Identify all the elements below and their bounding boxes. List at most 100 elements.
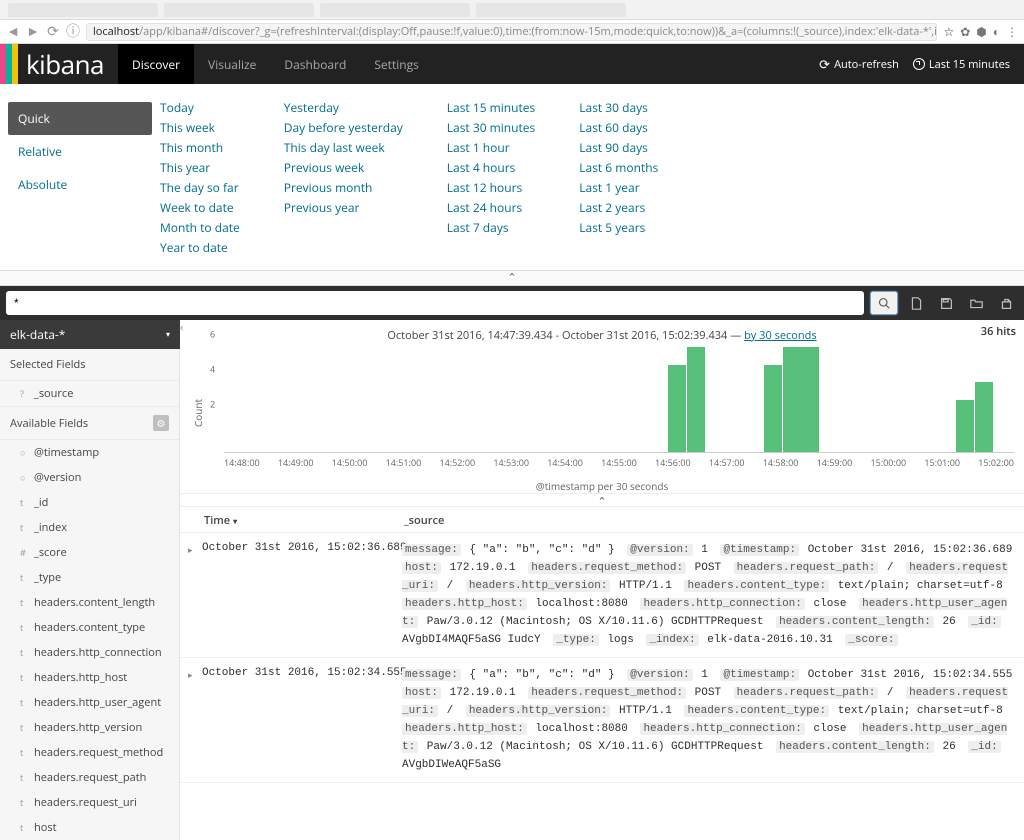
browser-tab[interactable]: [8, 3, 158, 17]
nav-dashboard[interactable]: Dashboard: [270, 44, 360, 84]
histogram-bar[interactable]: [764, 365, 782, 453]
ext-icon[interactable]: ✿: [960, 23, 970, 40]
bookmark-star-icon[interactable]: ☆: [943, 23, 954, 40]
quick-range-link[interactable]: The day so far: [160, 180, 240, 196]
quick-range-link[interactable]: Last 24 hours: [447, 200, 535, 216]
quick-range-link[interactable]: Last 6 months: [579, 160, 658, 176]
nav-visualize[interactable]: Visualize: [194, 44, 270, 84]
search-field[interactable]: [6, 291, 864, 315]
available-field-item[interactable]: theaders.http_connection: [0, 640, 179, 665]
available-field-item[interactable]: thost: [0, 815, 179, 840]
column-time[interactable]: Time: [204, 513, 230, 528]
back-icon[interactable]: ◄: [6, 25, 20, 39]
histogram-bar[interactable]: [687, 347, 705, 452]
collapse-histogram[interactable]: ⌃: [180, 493, 1024, 507]
selected-field-item[interactable]: ?_source: [0, 381, 179, 406]
quick-range-link[interactable]: Previous month: [284, 180, 403, 196]
save-search-button[interactable]: [934, 291, 958, 315]
quick-range-link[interactable]: Yesterday: [284, 100, 403, 116]
quick-range-link[interactable]: Last 5 years: [579, 220, 658, 236]
histogram-bar[interactable]: [801, 347, 819, 452]
histogram-bar[interactable]: [956, 400, 974, 453]
ext-icon[interactable]: ◐: [993, 23, 1000, 40]
available-field-item[interactable]: theaders.http_version: [0, 715, 179, 740]
nav-discover[interactable]: Discover: [118, 44, 194, 84]
field-type-icon: t: [20, 621, 30, 634]
quick-range-link[interactable]: This month: [160, 140, 240, 156]
auto-refresh-button[interactable]: Auto-refresh: [819, 55, 899, 73]
available-field-item[interactable]: #_score: [0, 540, 179, 565]
quick-range-link[interactable]: Last 4 hours: [447, 160, 535, 176]
quick-range-link[interactable]: Last 12 hours: [447, 180, 535, 196]
quick-range-link[interactable]: Day before yesterday: [284, 120, 403, 136]
available-field-item[interactable]: t_index: [0, 515, 179, 540]
quick-range-link[interactable]: This year: [160, 160, 240, 176]
quick-range-link[interactable]: Last 60 days: [579, 120, 658, 136]
tab-quick[interactable]: Quick: [8, 102, 152, 135]
quick-range-link[interactable]: Last 2 years: [579, 200, 658, 216]
address-input[interactable]: localhost/app/kibana#/discover?_g=(refre…: [86, 23, 937, 41]
quick-range-link[interactable]: Previous year: [284, 200, 403, 216]
tab-relative[interactable]: Relative: [8, 135, 152, 168]
quick-range-link[interactable]: Week to date: [160, 200, 240, 216]
quick-range-link[interactable]: Year to date: [160, 240, 240, 256]
search-button[interactable]: [870, 291, 898, 315]
quick-range-link[interactable]: Last 30 days: [579, 100, 658, 116]
quick-range-link[interactable]: This week: [160, 120, 240, 136]
quick-range-link[interactable]: Last 30 minutes: [447, 120, 535, 136]
menu-icon[interactable]: ⋮: [1006, 23, 1018, 40]
histogram-plot[interactable]: 246: [224, 347, 1014, 453]
field-settings-button[interactable]: ⚙: [153, 415, 169, 431]
collapse-sidebar[interactable]: ‹: [180, 320, 192, 336]
field-name: headers.content_length: [34, 595, 155, 610]
share-button[interactable]: [994, 291, 1018, 315]
forward-icon[interactable]: ►: [26, 25, 40, 39]
nav-settings[interactable]: Settings: [360, 44, 433, 84]
quick-range-link[interactable]: Last 15 minutes: [447, 100, 535, 116]
quick-range-link[interactable]: Month to date: [160, 220, 240, 236]
available-field-item[interactable]: theaders.http_user_agent: [0, 690, 179, 715]
search-input[interactable]: [14, 296, 856, 310]
tab-absolute[interactable]: Absolute: [8, 168, 152, 201]
quick-range-link[interactable]: Last 90 days: [579, 140, 658, 156]
x-tick: 14:53:00: [493, 456, 529, 469]
x-tick: 15:01:00: [924, 456, 960, 469]
browser-tab[interactable]: [320, 3, 470, 17]
quick-range-link[interactable]: This day last week: [284, 140, 403, 156]
histogram-bar[interactable]: [668, 365, 686, 453]
available-field-item[interactable]: theaders.content_type: [0, 615, 179, 640]
quick-range-link[interactable]: Previous week: [284, 160, 403, 176]
available-field-item[interactable]: theaders.request_method: [0, 740, 179, 765]
quick-range-link[interactable]: Last 7 days: [447, 220, 535, 236]
available-field-item[interactable]: theaders.content_length: [0, 590, 179, 615]
browser-tab[interactable]: [164, 3, 314, 17]
column-source[interactable]: _source: [404, 513, 444, 528]
collapse-timepicker[interactable]: ⌃: [0, 270, 1024, 286]
available-field-item[interactable]: theaders.request_path: [0, 765, 179, 790]
open-search-button[interactable]: [964, 291, 988, 315]
histogram-bar[interactable]: [783, 347, 801, 452]
time-range-button[interactable]: Last 15 minutes: [913, 57, 1010, 72]
index-pattern-selector[interactable]: elk-data-* ▾: [0, 320, 180, 349]
available-field-item[interactable]: theaders.request_uri: [0, 790, 179, 815]
available-field-item[interactable]: ○@version: [0, 465, 179, 490]
reload-icon[interactable]: ⟳: [46, 25, 60, 39]
sort-desc-icon[interactable]: ▾: [233, 516, 237, 527]
histogram-bar[interactable]: [975, 382, 993, 452]
field-type-icon: t: [20, 496, 30, 509]
brand-logo[interactable]: kibana: [18, 46, 118, 82]
available-field-item[interactable]: ○@timestamp: [0, 440, 179, 465]
quick-range-link[interactable]: Last 1 hour: [447, 140, 535, 156]
ext-icon[interactable]: ⬢: [976, 23, 986, 40]
field-name: headers.request_method: [34, 745, 163, 760]
quick-range-link[interactable]: Today: [160, 100, 240, 116]
available-field-item[interactable]: theaders.http_host: [0, 665, 179, 690]
new-search-button[interactable]: [904, 291, 928, 315]
quick-range-link[interactable]: Last 1 year: [579, 180, 658, 196]
available-field-item[interactable]: t_type: [0, 565, 179, 590]
browser-tab[interactable]: [476, 3, 626, 17]
available-field-item[interactable]: t_id: [0, 490, 179, 515]
expand-doc-button[interactable]: ▸: [188, 541, 202, 649]
expand-doc-button[interactable]: ▸: [188, 666, 202, 774]
interval-link[interactable]: by 30 seconds: [744, 328, 817, 343]
